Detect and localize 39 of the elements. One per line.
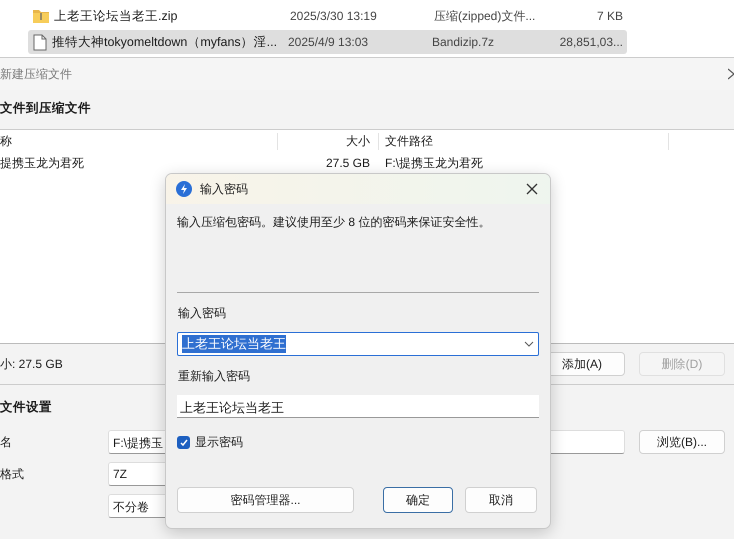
table-cell-text: 提携玉龙为君死: [0, 154, 85, 172]
setting-label: 格式: [0, 466, 24, 480]
setting-label: 名: [0, 434, 12, 448]
column-header[interactable]: 文件路径: [379, 132, 669, 150]
file-date: 2025/3/30 13:19: [290, 9, 378, 23]
total-size: 小: 27.5 GB: [0, 356, 63, 372]
file-size: 7 KB: [596, 9, 624, 23]
file-name: 推特大神tokyomeltdown（myfans）淫...: [52, 34, 278, 50]
ok-button[interactable]: 确定: [383, 487, 453, 513]
column-header[interactable]: 称: [0, 132, 278, 150]
table-cell-text: F:\提携玉龙为君死: [384, 154, 483, 172]
file-name: 上老王论坛当老王.zip: [54, 8, 178, 24]
section-heading: 文件到压缩文件: [0, 100, 91, 117]
cancel-button[interactable]: 取消: [465, 487, 537, 513]
field-label: 输入密码: [177, 305, 227, 322]
file-date: 2025/4/9 13:03: [288, 35, 370, 49]
caret-icon[interactable]: [524, 341, 534, 347]
checkmark-icon: [178, 438, 188, 448]
password-combo[interactable]: 上老王论坛当老王: [177, 332, 539, 356]
field-label: 重新输入密码: [177, 368, 251, 385]
file-row[interactable]: 推特大神tokyomeltdown（myfans）淫... 2025/4/9 13:03 Bandizip.7z 28,851,03...: [28, 30, 627, 54]
file-type: 压缩(zipped)文件...: [434, 8, 536, 24]
checkbox-label: 显示密码: [195, 434, 243, 451]
dialog-title: 输入密码: [200, 180, 248, 198]
file-row[interactable]: 上老王论坛当老王.zip 2025/3/30 13:19 压缩(zipped)文件... 7 KB: [28, 4, 627, 28]
browse-button[interactable]: 浏览(B)...: [639, 430, 725, 454]
input-field[interactable]: 上老王论坛当老王: [177, 395, 539, 418]
zip-folder-icon: [33, 9, 49, 23]
column-header[interactable]: 大小: [278, 132, 379, 150]
file-size: 28,851,03...: [558, 35, 624, 49]
app-logo-icon: [176, 181, 192, 197]
section-heading: 文件设置: [0, 399, 52, 416]
password-manager-button[interactable]: 密码管理器...: [177, 487, 354, 513]
checkbox[interactable]: [177, 436, 190, 449]
file-icon: [33, 34, 47, 50]
window-title: 新建压缩文件: [0, 66, 72, 82]
dialog-message: 输入压缩包密码。建议使用至少 8 位的密码来保证安全性。: [177, 214, 492, 231]
file-type: Bandizip.7z: [432, 35, 496, 49]
table-cell-text: 27.5 GB: [324, 156, 371, 170]
